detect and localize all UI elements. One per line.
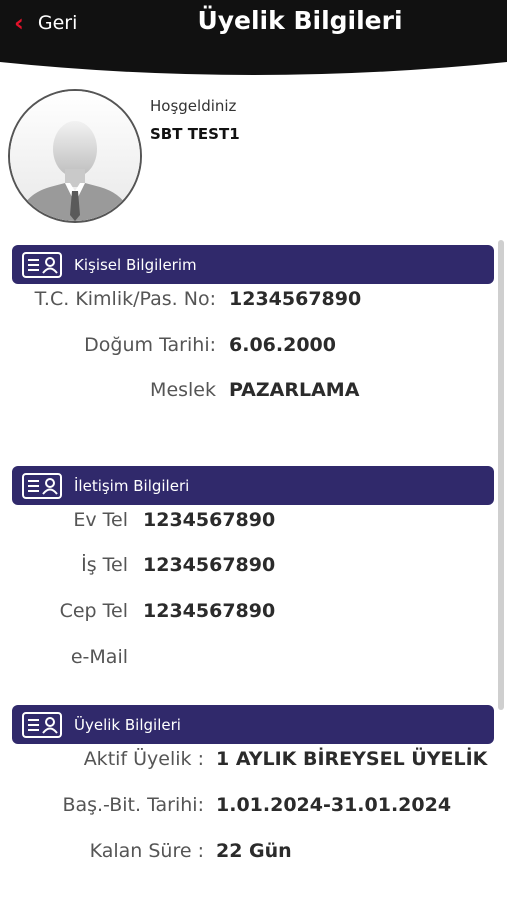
field-value: PAZARLAMA [229, 379, 360, 401]
id-card-icon [22, 472, 64, 500]
user-name: SBT TEST1 [150, 125, 240, 143]
field-value: 1234567890 [229, 288, 362, 310]
field-value: 1.01.2024-31.01.2024 [216, 794, 452, 816]
avatar [8, 89, 142, 223]
field-label: İş Tel [81, 554, 128, 576]
field-label: Ev Tel [73, 509, 128, 531]
field-value: 1 AYLIK BİREYSEL ÜYELİK [216, 748, 488, 770]
field-label: Doğum Tarihi: [84, 334, 216, 356]
id-card-icon [22, 251, 64, 279]
chevron-left-icon: ‹ [14, 9, 24, 37]
section-membership-info: Üyelik Bilgileri [12, 705, 494, 744]
scrollbar[interactable] [498, 240, 504, 710]
field-label: Aktif Üyelik : [83, 748, 204, 770]
field-value: 1234567890 [143, 600, 276, 622]
field-label: Cep Tel [59, 600, 128, 622]
field-value: 1234567890 [143, 554, 276, 576]
field-value: 6.06.2000 [229, 334, 336, 356]
field-label: T.C. Kimlik/Pas. No: [34, 288, 216, 310]
field-label: e-Mail [70, 646, 128, 668]
section-contact-info: İletişim Bilgileri [12, 466, 494, 505]
user-silhouette-icon [10, 91, 140, 221]
back-label: Geri [37, 12, 78, 34]
welcome-text: Hoşgeldiniz [150, 97, 237, 115]
section-personal-info: Kişisel Bilgilerim [12, 245, 494, 284]
section-title: Üyelik Bilgileri [74, 715, 181, 734]
field-value: 1234567890 [143, 509, 276, 531]
top-bar: ‹ Geri Üyelik Bilgileri [0, 0, 507, 80]
field-value: 22 Gün [216, 840, 292, 862]
id-card-icon [22, 711, 64, 739]
page-title: Üyelik Bilgileri [197, 6, 403, 35]
field-label: Baş.-Bit. Tarihi: [62, 794, 204, 816]
section-title: Kişisel Bilgilerim [74, 255, 197, 274]
back-button[interactable]: ‹ Geri [14, 10, 77, 36]
section-title: İletişim Bilgileri [74, 476, 190, 495]
field-label: Meslek [150, 379, 216, 401]
field-label: Kalan Süre : [89, 840, 204, 862]
